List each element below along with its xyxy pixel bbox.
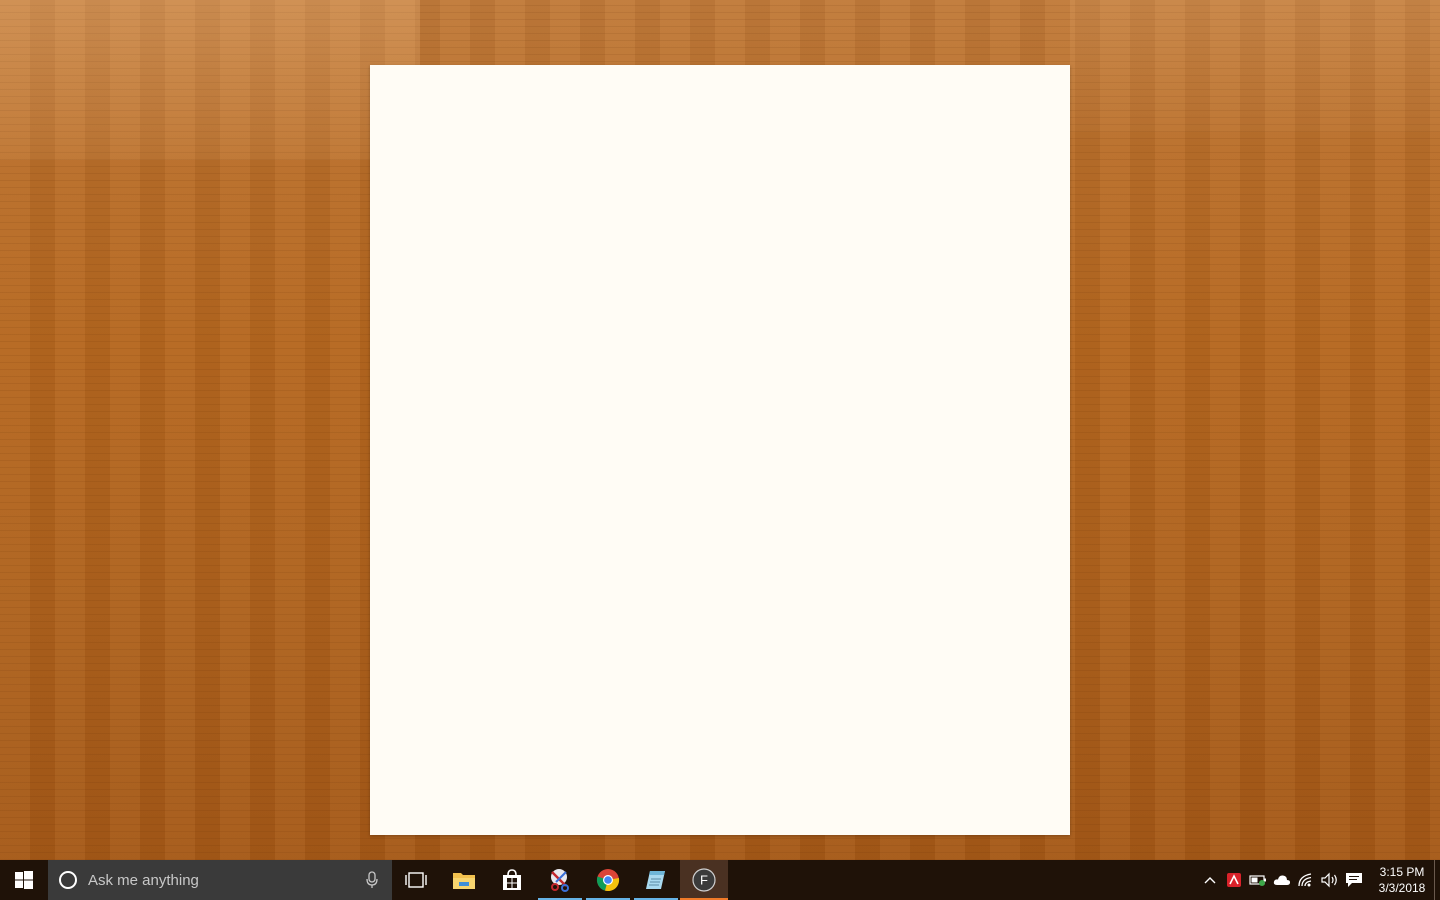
start-button[interactable] [0,860,48,900]
chrome-button[interactable] [584,860,632,900]
action-center-icon[interactable] [1342,860,1366,900]
f-circle-icon: F [692,868,716,892]
scissors-icon [551,869,569,892]
search-box[interactable]: Ask me anything [48,860,392,900]
cloud-icon[interactable] [1270,860,1294,900]
chevron-up-icon[interactable] [1198,860,1222,900]
notepad-icon [646,871,665,889]
task-view-icon [405,872,427,888]
cortana-icon [59,871,77,889]
clock-time: 3:15 PM [1379,865,1425,879]
desktop [0,0,1440,860]
microphone-icon[interactable] [352,871,392,889]
wifi-icon[interactable] [1294,860,1318,900]
folder-icon [453,873,475,889]
store-button[interactable] [488,860,536,900]
chrome-icon [596,869,620,892]
taskbar: Ask me anything F 3:15 PM 3/3/2018 [0,860,1440,900]
store-icon [503,869,521,890]
system-tray: 3:15 PM 3/3/2018 [1198,860,1440,900]
blank-document-window[interactable] [370,65,1070,835]
clock[interactable]: 3:15 PM 3/3/2018 [1372,864,1432,896]
clock-date: 3/3/2018 [1378,881,1426,895]
red-app-tray-icon[interactable] [1222,860,1246,900]
show-desktop-button[interactable] [1434,860,1440,900]
wood-highlight-right [1070,0,1440,132]
app-f-button[interactable]: F [680,860,728,900]
notepad-button[interactable] [632,860,680,900]
wood-highlight-left [0,0,420,160]
svg-text:F: F [700,873,708,888]
snipping-tool-button[interactable] [536,860,584,900]
file-explorer-button[interactable] [440,860,488,900]
search-placeholder: Ask me anything [88,871,199,889]
volume-icon[interactable] [1318,860,1342,900]
task-view-button[interactable] [392,860,440,900]
windows-logo-icon [15,871,33,889]
battery-icon[interactable] [1246,860,1270,900]
